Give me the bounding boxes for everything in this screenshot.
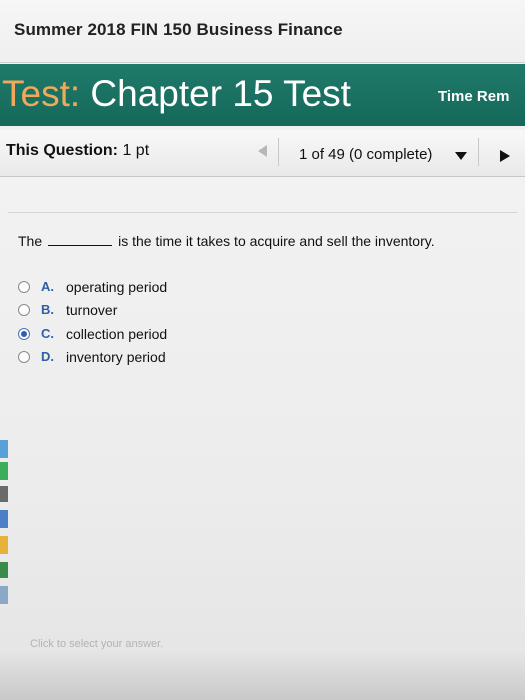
radio-button-c[interactable] — [18, 328, 30, 340]
this-question-label: This Question: — [6, 142, 118, 159]
test-title-text: Chapter 15 Test — [90, 73, 351, 114]
test-title: Test: Chapter 15 Test — [2, 73, 351, 115]
this-question-info: This Question: 1 pt — [6, 142, 149, 160]
content-divider — [8, 212, 518, 213]
dock-icon — [0, 440, 8, 458]
question-points: 1 pt — [122, 142, 150, 159]
chevron-down-icon[interactable] — [455, 152, 467, 160]
option-text[interactable]: operating period — [66, 279, 167, 295]
screen: Summer 2018 FIN 150 Business Finance Tes… — [0, 0, 525, 700]
option-text[interactable]: collection period — [66, 326, 167, 342]
dock-icon — [0, 536, 8, 554]
fill-in-blank — [48, 234, 113, 246]
question-text: The is the time it takes to acquire and s… — [18, 233, 435, 249]
question-text-after: is the time it takes to acquire and sell… — [118, 233, 435, 249]
test-title-prefix: Test: — [2, 73, 81, 114]
course-title: Summer 2018 FIN 150 Business Finance — [14, 20, 343, 39]
bottom-shadow — [0, 650, 525, 700]
option-letter: A. — [41, 279, 54, 294]
nav-divider — [278, 138, 279, 166]
option-text[interactable]: inventory period — [66, 349, 166, 365]
dock-icon — [0, 486, 8, 502]
time-remaining-label: Time Rem — [438, 88, 510, 105]
dock-icon — [0, 562, 8, 578]
next-question-icon[interactable] — [500, 150, 510, 162]
option-letter: D. — [41, 349, 54, 364]
previous-question-icon[interactable] — [258, 145, 267, 157]
dock-icon — [0, 462, 8, 480]
nav-divider — [478, 138, 479, 166]
course-bar: Summer 2018 FIN 150 Business Finance — [0, 0, 525, 63]
dock-icon — [0, 586, 8, 604]
radio-button-b[interactable] — [18, 304, 30, 316]
hint-text: Click to select your answer. — [30, 638, 164, 650]
option-letter: C. — [41, 326, 54, 341]
radio-button-d[interactable] — [18, 351, 30, 363]
option-letter: B. — [41, 302, 54, 317]
question-counter-dropdown[interactable]: 1 of 49 (0 complete) — [299, 146, 432, 163]
question-content — [0, 177, 525, 700]
radio-button-a[interactable] — [18, 281, 30, 293]
dock-icon — [0, 510, 8, 528]
question-text-before: The — [18, 233, 43, 249]
option-text[interactable]: turnover — [66, 302, 117, 318]
dock-edge — [0, 440, 8, 640]
test-header: Test: Chapter 15 Test Time Rem — [0, 64, 525, 126]
